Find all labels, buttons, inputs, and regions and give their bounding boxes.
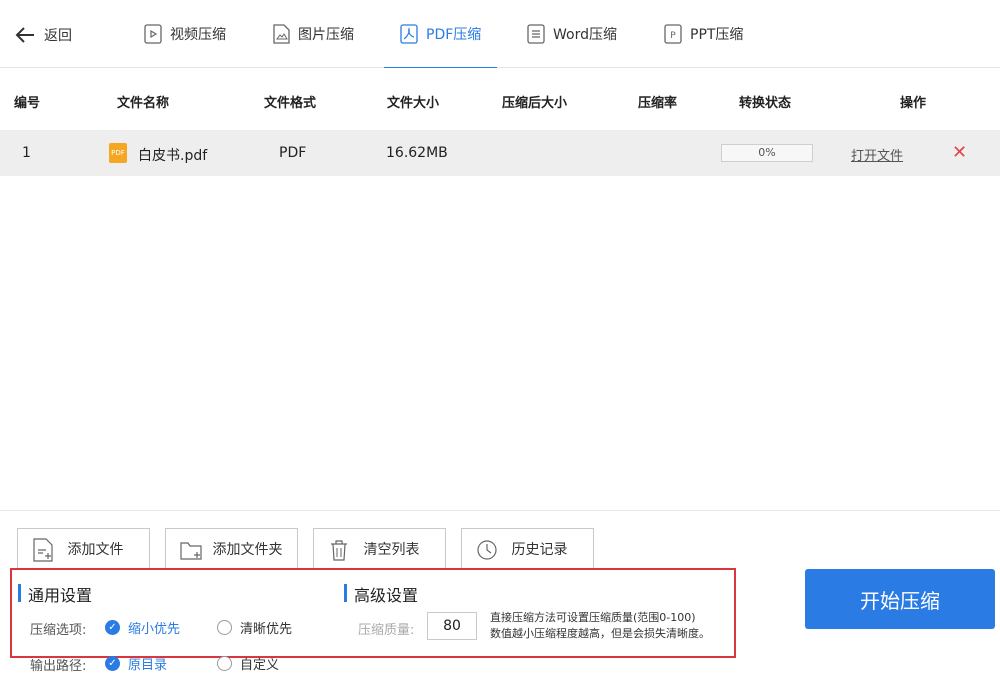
row-filename: 白皮书.pdf — [138, 148, 208, 164]
hint-line-1: 直接压缩方法可设置压缩质量(范围0-100) — [490, 611, 696, 624]
header-ratio: 压缩率 — [638, 96, 678, 111]
header-index: 编号 — [14, 96, 41, 111]
quality-hint: 直接压缩方法可设置压缩质量(范围0-100) 数值越小压缩程度越高，但是会损失清… — [490, 610, 730, 642]
word-doc-icon — [527, 24, 545, 44]
top-nav: 返回 视频压缩 图片压缩 PDF压缩 Word压缩 P PPT压缩 — [0, 0, 1000, 69]
video-file-icon — [144, 24, 162, 44]
header-size: 文件大小 — [387, 96, 440, 111]
header-format: 文件格式 — [264, 96, 317, 111]
radio-circle-icon — [217, 620, 232, 635]
start-compress-button[interactable]: 开始压缩 — [805, 569, 995, 629]
quality-input[interactable]: 80 — [427, 612, 477, 640]
check-icon: ✓ — [105, 656, 120, 671]
output-path-label: 输出路径: — [30, 659, 87, 674]
radio-label: 清晰优先 — [240, 622, 293, 637]
back-label: 返回 — [44, 28, 72, 44]
history-button[interactable]: 历史记录 — [461, 528, 594, 570]
advanced-settings-title: 高级设置 — [344, 582, 418, 606]
hint-line-2: 数值越小压缩程度越高，但是会损失清晰度。 — [490, 627, 710, 640]
row-size: 16.62MB — [386, 145, 448, 161]
compress-option-label: 压缩选项: — [30, 623, 87, 638]
row-index: 1 — [22, 145, 31, 161]
radio-size-priority[interactable]: ✓ 缩小优先 — [105, 618, 180, 637]
svg-text:P: P — [670, 31, 676, 41]
tab-label: 视频压缩 — [170, 27, 226, 43]
tab-label: PDF压缩 — [426, 27, 482, 43]
clock-icon — [477, 540, 497, 560]
quality-label: 压缩质量: — [358, 623, 415, 638]
progress-bar: 0% — [721, 144, 813, 162]
tab-label: PPT压缩 — [690, 27, 744, 43]
radio-label: 缩小优先 — [128, 622, 181, 637]
tab-image-compress[interactable]: 图片压缩 — [272, 0, 354, 68]
tab-pdf-compress[interactable]: PDF压缩 — [383, 0, 498, 69]
open-file-link[interactable]: 打开文件 — [851, 145, 903, 164]
radio-circle-icon — [217, 656, 232, 671]
history-label: 历史记录 — [511, 542, 568, 558]
pdf-file-icon: PDF — [109, 143, 127, 163]
header-status: 转换状态 — [739, 96, 792, 111]
general-settings-title: 通用设置 — [18, 582, 92, 606]
header-filename: 文件名称 — [117, 96, 170, 111]
radio-original-dir[interactable]: ✓ 原目录 — [105, 654, 167, 673]
clear-list-label: 清空列表 — [363, 542, 420, 558]
table-row[interactable]: 1 PDF 白皮书.pdf PDF 16.62MB 0% 打开文件 ✕ — [0, 130, 1000, 176]
add-file-button[interactable]: 添加文件 — [17, 528, 150, 570]
tab-video-compress[interactable]: 视频压缩 — [144, 0, 226, 68]
file-table-header: 编号 文件名称 文件格式 文件大小 压缩后大小 压缩率 转换状态 操作 — [0, 68, 1000, 130]
check-icon: ✓ — [105, 620, 120, 635]
header-actions: 操作 — [900, 96, 927, 111]
radio-clarity-priority[interactable]: 清晰优先 — [217, 618, 292, 637]
arrow-left-icon — [15, 27, 34, 43]
add-folder-label: 添加文件夹 — [212, 542, 283, 558]
back-button[interactable]: 返回 — [14, 24, 72, 46]
ppt-icon: P — [664, 24, 682, 44]
add-folder-icon — [180, 542, 202, 560]
row-format: PDF — [279, 145, 307, 161]
pdf-icon — [400, 24, 418, 44]
header-compressed-size: 压缩后大小 — [502, 96, 568, 111]
trash-icon — [331, 540, 347, 561]
radio-label: 自定义 — [240, 658, 280, 673]
add-folder-button[interactable]: 添加文件夹 — [165, 528, 298, 570]
delete-icon[interactable]: ✕ — [952, 142, 967, 163]
tab-ppt-compress[interactable]: P PPT压缩 — [664, 0, 743, 68]
clear-list-button[interactable]: 清空列表 — [313, 528, 446, 570]
progress-text: 0% — [758, 146, 776, 159]
image-file-icon — [273, 24, 290, 44]
tab-label: Word压缩 — [553, 27, 617, 43]
add-file-label: 添加文件 — [67, 542, 124, 558]
radio-label: 原目录 — [128, 658, 168, 673]
tab-word-compress[interactable]: Word压缩 — [527, 0, 617, 68]
tab-label: 图片压缩 — [298, 27, 354, 43]
radio-custom-dir[interactable]: 自定义 — [217, 654, 279, 673]
add-file-icon — [33, 538, 53, 562]
